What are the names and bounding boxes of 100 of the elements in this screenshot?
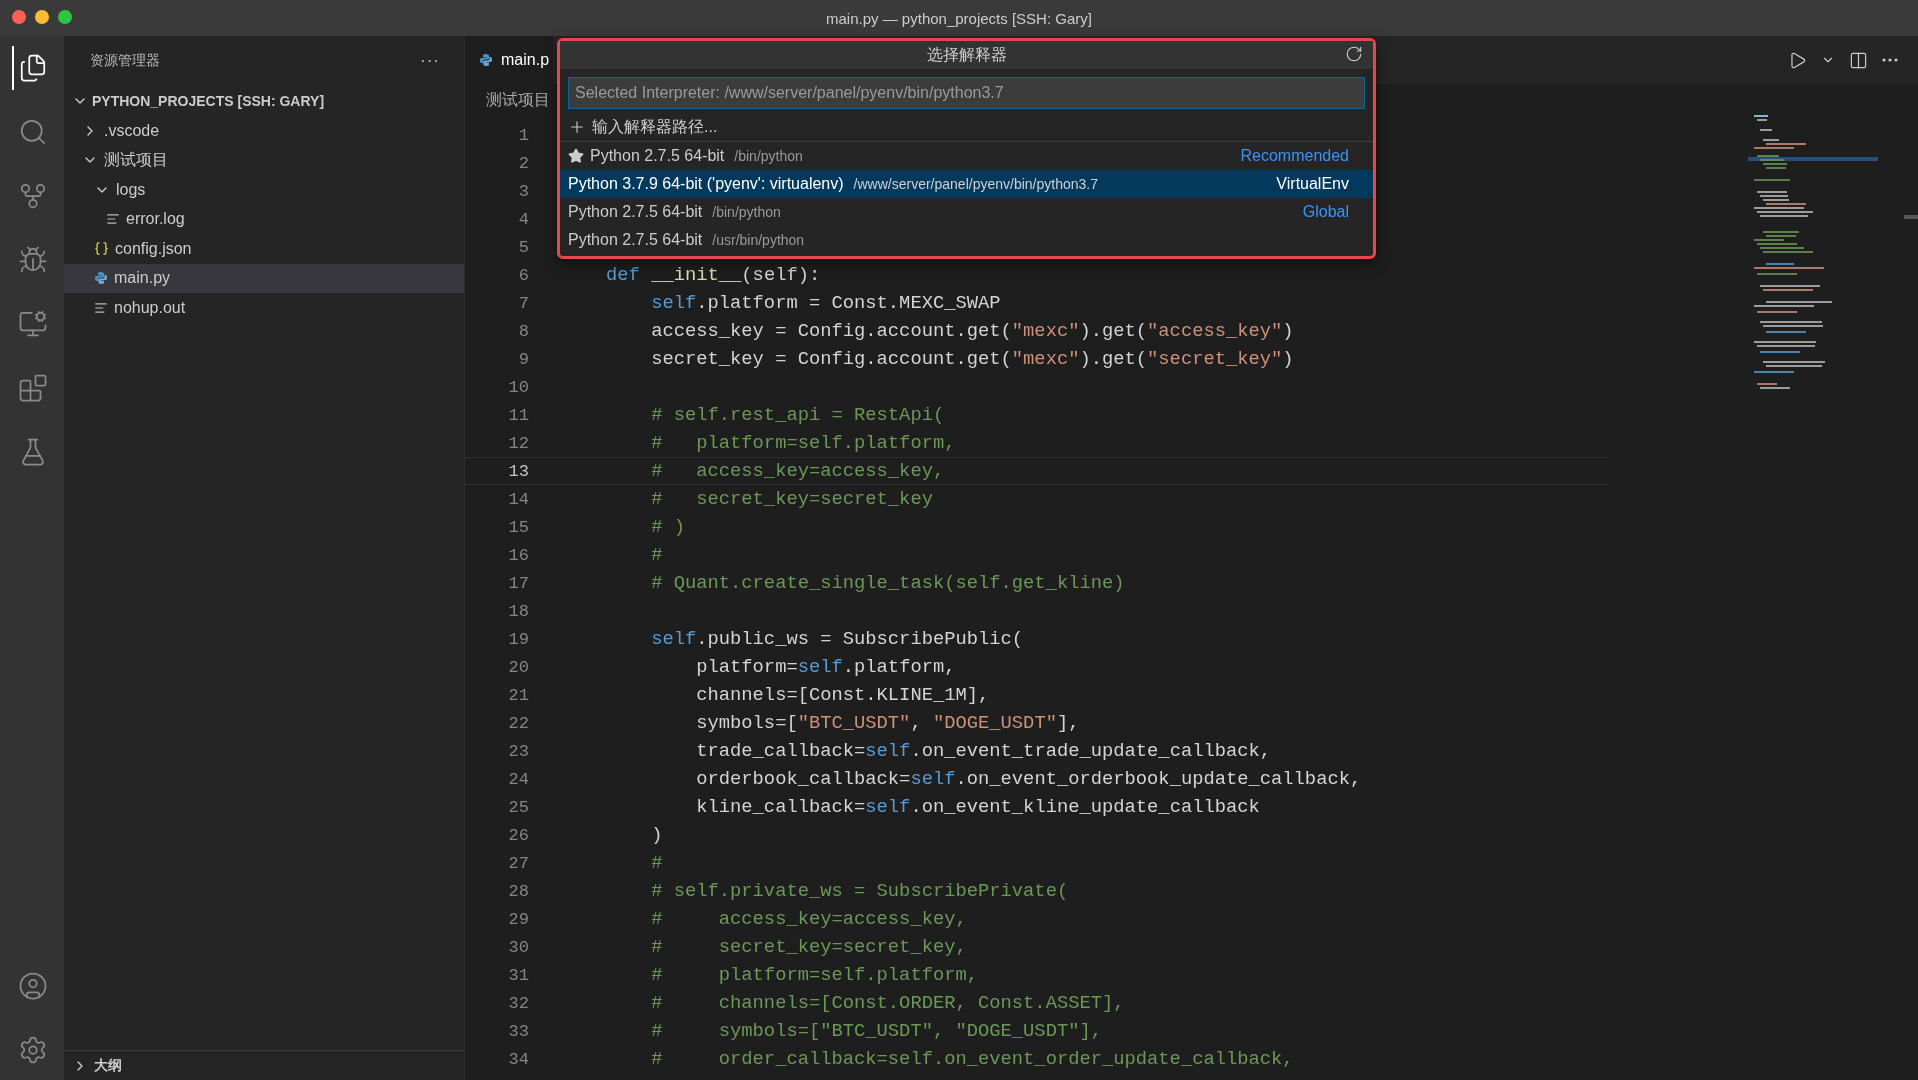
star-icon (568, 148, 584, 164)
section-header[interactable]: PYTHON_PROJECTS [SSH: GARY] (64, 86, 464, 116)
python-icon (94, 271, 108, 286)
interpreter-name: Python 2.7.5 64-bit (568, 231, 703, 249)
code-line: trade_callback=self.on_event_trade_update_callback, (695, 740, 1272, 762)
folder-item[interactable]: logs (64, 175, 464, 205)
split-icon (1849, 50, 1868, 70)
line-number: 18 (507, 601, 529, 621)
close-button[interactable] (12, 10, 26, 24)
editor-tab[interactable]: main.p (465, 36, 554, 84)
line-number: 31 (507, 965, 529, 985)
interpreter-tag: VirtualEnv (1276, 175, 1349, 193)
interpreter-path: /www/server/panel/pyenv/bin/python3.7 (853, 176, 1098, 192)
breadcrumb[interactable]: 测试项目 (486, 90, 550, 113)
line-number: 29 (507, 909, 529, 929)
code-line: self.platform = Const.MEXC_SWAP (650, 292, 1001, 314)
zoom-button[interactable] (58, 10, 72, 24)
interpreter-input[interactable]: Selected Interpreter: /www/server/panel/pyenv/bin/python3.7 (568, 77, 1365, 109)
code-line: # channels=[Const.ORDER, Const.ASSET], (650, 992, 1125, 1014)
code-line: self.public_ws = SubscribePublic( (650, 628, 1024, 650)
code-line: # Quant.create_single_task(self.get_kline) (650, 572, 1125, 594)
interpreter-option[interactable]: Python 3.7.9 64-bit ('pyenv': virtualenv) /www/server/panel/pyenv/bin/python3.7 VirtualEnv (560, 170, 1373, 198)
interpreter-name: Python 3.7.9 64-bit ('pyenv': virtualenv) (568, 175, 844, 193)
folder-item[interactable]: .vscode (64, 116, 464, 146)
ellipsis-icon (1882, 58, 1898, 62)
python-icon (479, 53, 493, 67)
window-title: main.py — python_projects [SSH: Gary] (826, 9, 1092, 27)
play-icon (1788, 50, 1807, 70)
minimize-button[interactable] (35, 10, 49, 24)
code-line: # (650, 544, 663, 566)
picker-title: 选择解释器 (926, 44, 1007, 65)
line-number: 16 (507, 545, 529, 565)
line-number: 14 (507, 489, 529, 509)
line-number: 3 (517, 181, 529, 201)
folder-item[interactable]: 测试项目 (64, 145, 464, 175)
file-item[interactable]: nohup.out (64, 293, 464, 323)
interpreter-tag: Recommended (1240, 147, 1349, 165)
code-line: symbols=["BTC_USDT", "DOGE_USDT"], (695, 712, 1080, 734)
more-button[interactable] (1880, 56, 1900, 64)
code-line: ) (650, 824, 663, 846)
interpreter-option[interactable]: Python 2.7.5 64-bit /bin/python Recommended (560, 142, 1373, 170)
interpreter-tag: Global (1302, 203, 1349, 221)
line-number: 2 (517, 153, 529, 173)
line-number: 12 (507, 433, 529, 453)
line-number: 5 (517, 237, 529, 257)
line-number: 9 (517, 349, 529, 369)
code-line: # self.rest_api = RestApi( (650, 404, 945, 426)
line-number: 33 (507, 1021, 529, 1041)
line-number: 10 (507, 377, 529, 397)
enter-path-option[interactable]: 输入解释器路径... (560, 113, 1373, 141)
code-line: # access_key=access_key, (650, 460, 945, 482)
line-number: 4 (517, 209, 529, 229)
line-number: 28 (507, 881, 529, 901)
interpreter-path: /usr/bin/python (712, 232, 805, 248)
code-line: # platform=self.platform, (650, 432, 956, 454)
line-number: 20 (507, 657, 529, 677)
more-button[interactable]: ··· (416, 51, 444, 71)
refresh-button[interactable] (1345, 45, 1363, 63)
scrollbar-thumb[interactable] (1904, 215, 1918, 219)
file-item[interactable]: config.json (64, 234, 464, 264)
code-line: # (650, 852, 663, 874)
line-number: 7 (517, 293, 529, 313)
line-number: 25 (507, 797, 529, 817)
code-line: # access_key=access_key, (650, 908, 967, 930)
line-number: 15 (507, 517, 529, 537)
line-number: 30 (507, 937, 529, 957)
line-number: 19 (507, 629, 529, 649)
line-number: 23 (507, 741, 529, 761)
code-line: def __init__(self): (605, 264, 821, 286)
code-line: # ) (650, 516, 685, 538)
line-number: 11 (507, 405, 529, 425)
line-number: 24 (507, 769, 529, 789)
line-number: 13 (507, 461, 529, 481)
line-number: 21 (507, 685, 529, 705)
line-number: 34 (507, 1049, 529, 1069)
code-line: channels=[Const.KLINE_1M], (695, 684, 990, 706)
file-item[interactable]: error.log (64, 204, 464, 234)
interpreter-option[interactable]: Python 2.7.5 64-bit /usr/bin/python (560, 226, 1373, 254)
braces-icon (94, 241, 109, 257)
file-item[interactable]: main.py (64, 263, 464, 293)
sidebar-title: 资源管理器 (90, 52, 160, 70)
interpreter-path: /bin/python (712, 204, 781, 220)
interpreter-option[interactable]: Python 2.7.5 64-bit /bin/python Global (560, 198, 1373, 226)
code-line: # self.private_ws = SubscribePrivate( (650, 880, 1069, 902)
line-number: 8 (517, 321, 529, 341)
line-number: 27 (507, 853, 529, 873)
lines-icon (106, 212, 120, 227)
code-line: kline_callback=self.on_event_kline_update_callback (695, 796, 1260, 818)
interpreter-name: Python 2.7.5 64-bit (590, 147, 725, 165)
line-number: 26 (507, 825, 529, 845)
code-line: orderbook_callback=self.on_event_orderbook_update_callback, (695, 768, 1362, 790)
code-line: # secret_key=secret_key (650, 488, 933, 510)
line-number: 17 (507, 573, 529, 593)
line-number: 6 (517, 265, 529, 285)
code-line: access_key = Config.account.get("mexc").get("access_key") (650, 320, 1294, 342)
code-line: # order_callback=self.on_event_order_update_callback, (650, 1048, 1294, 1070)
interpreter-path: /bin/python (734, 148, 803, 164)
plus-icon (568, 118, 586, 136)
line-number: 1 (517, 125, 529, 145)
code-line: # platform=self.platform, (650, 964, 978, 986)
